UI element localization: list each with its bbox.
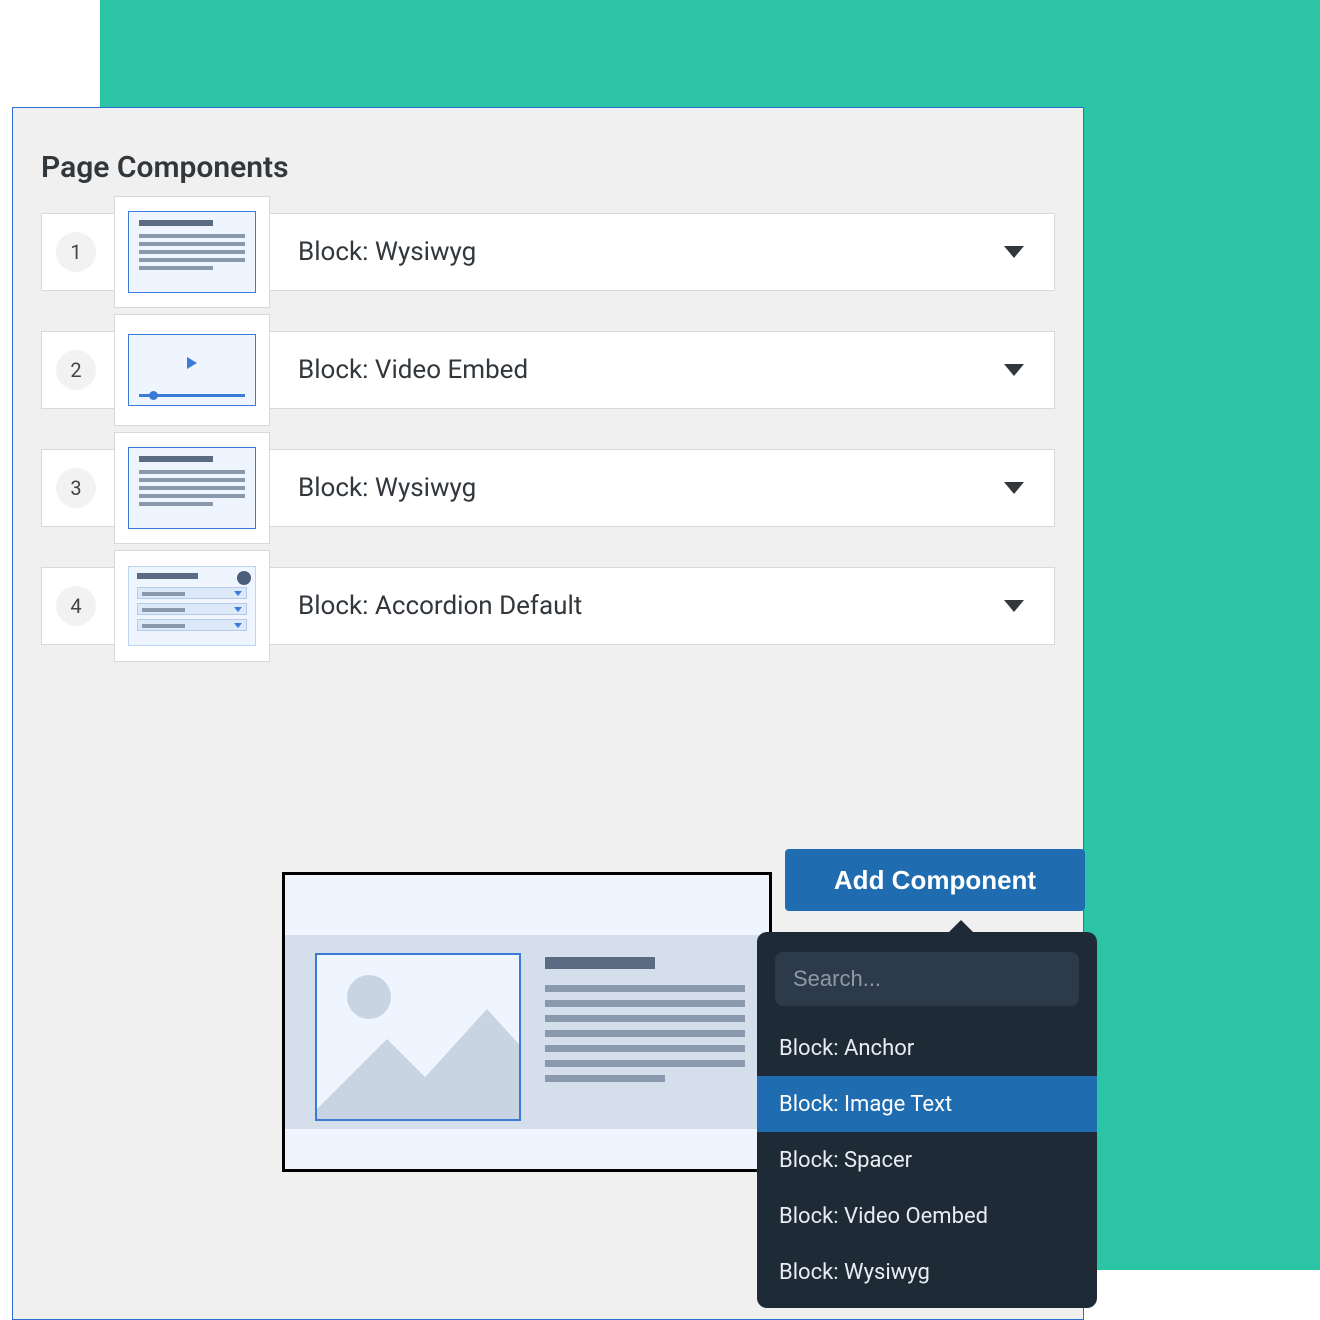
row-label: Block: Wysiwyg bbox=[298, 473, 1004, 503]
wysiwyg-icon bbox=[128, 211, 256, 293]
row-thumbnail bbox=[114, 314, 270, 426]
search-field-wrap bbox=[775, 952, 1079, 1006]
lock-icon bbox=[237, 571, 251, 585]
page-components-panel: Page Components 1 Block: Wysiwyg 2 Block… bbox=[12, 107, 1084, 1320]
expand-toggle[interactable] bbox=[1004, 246, 1024, 258]
row-thumbnail bbox=[114, 550, 270, 662]
image-placeholder-icon bbox=[315, 953, 521, 1121]
text-placeholder-icon bbox=[545, 957, 745, 1090]
chevron-down-icon bbox=[1004, 600, 1024, 612]
row-label: Block: Video Embed bbox=[298, 355, 1004, 385]
chevron-down-icon bbox=[1004, 364, 1024, 376]
component-preview bbox=[282, 872, 772, 1172]
search-input[interactable] bbox=[793, 966, 1061, 992]
row-number-badge: 2 bbox=[56, 350, 96, 390]
expand-toggle[interactable] bbox=[1004, 482, 1024, 494]
row-number-badge: 3 bbox=[56, 468, 96, 508]
row-label: Block: Wysiwyg bbox=[298, 237, 1004, 267]
dropdown-option-spacer[interactable]: Block: Spacer bbox=[757, 1132, 1097, 1188]
component-rows: 1 Block: Wysiwyg 2 Block: Video Embed 3 bbox=[13, 213, 1083, 645]
add-component-dropdown: Block: Anchor Block: Image Text Block: S… bbox=[757, 932, 1097, 1308]
accordion-icon bbox=[128, 566, 256, 646]
option-label: Block: Anchor bbox=[779, 1036, 914, 1061]
row-number-badge: 1 bbox=[56, 232, 96, 272]
chevron-down-icon bbox=[1004, 246, 1024, 258]
component-row[interactable]: 2 Block: Video Embed bbox=[41, 331, 1055, 409]
component-row[interactable]: 1 Block: Wysiwyg bbox=[41, 213, 1055, 291]
expand-toggle[interactable] bbox=[1004, 364, 1024, 376]
dropdown-option-anchor[interactable]: Block: Anchor bbox=[757, 1020, 1097, 1076]
option-label: Block: Spacer bbox=[779, 1148, 912, 1173]
add-component-label: Add Component bbox=[834, 865, 1036, 896]
dropdown-option-video-oembed[interactable]: Block: Video Oembed bbox=[757, 1188, 1097, 1244]
dropdown-option-image-text[interactable]: Block: Image Text bbox=[757, 1076, 1097, 1132]
component-row[interactable]: 3 Block: Wysiwyg bbox=[41, 449, 1055, 527]
option-label: Block: Image Text bbox=[779, 1092, 952, 1117]
option-label: Block: Video Oembed bbox=[779, 1204, 988, 1229]
expand-toggle[interactable] bbox=[1004, 600, 1024, 612]
wysiwyg-icon bbox=[128, 447, 256, 529]
option-label: Block: Wysiwyg bbox=[779, 1260, 930, 1285]
row-label: Block: Accordion Default bbox=[298, 591, 1004, 621]
row-number-badge: 4 bbox=[56, 586, 96, 626]
add-component-button[interactable]: Add Component bbox=[785, 849, 1085, 911]
component-row[interactable]: 4 Block: Accordion Default bbox=[41, 567, 1055, 645]
row-thumbnail bbox=[114, 432, 270, 544]
dropdown-option-wysiwyg[interactable]: Block: Wysiwyg bbox=[757, 1244, 1097, 1300]
row-thumbnail bbox=[114, 196, 270, 308]
video-icon bbox=[128, 334, 256, 406]
chevron-down-icon bbox=[1004, 482, 1024, 494]
